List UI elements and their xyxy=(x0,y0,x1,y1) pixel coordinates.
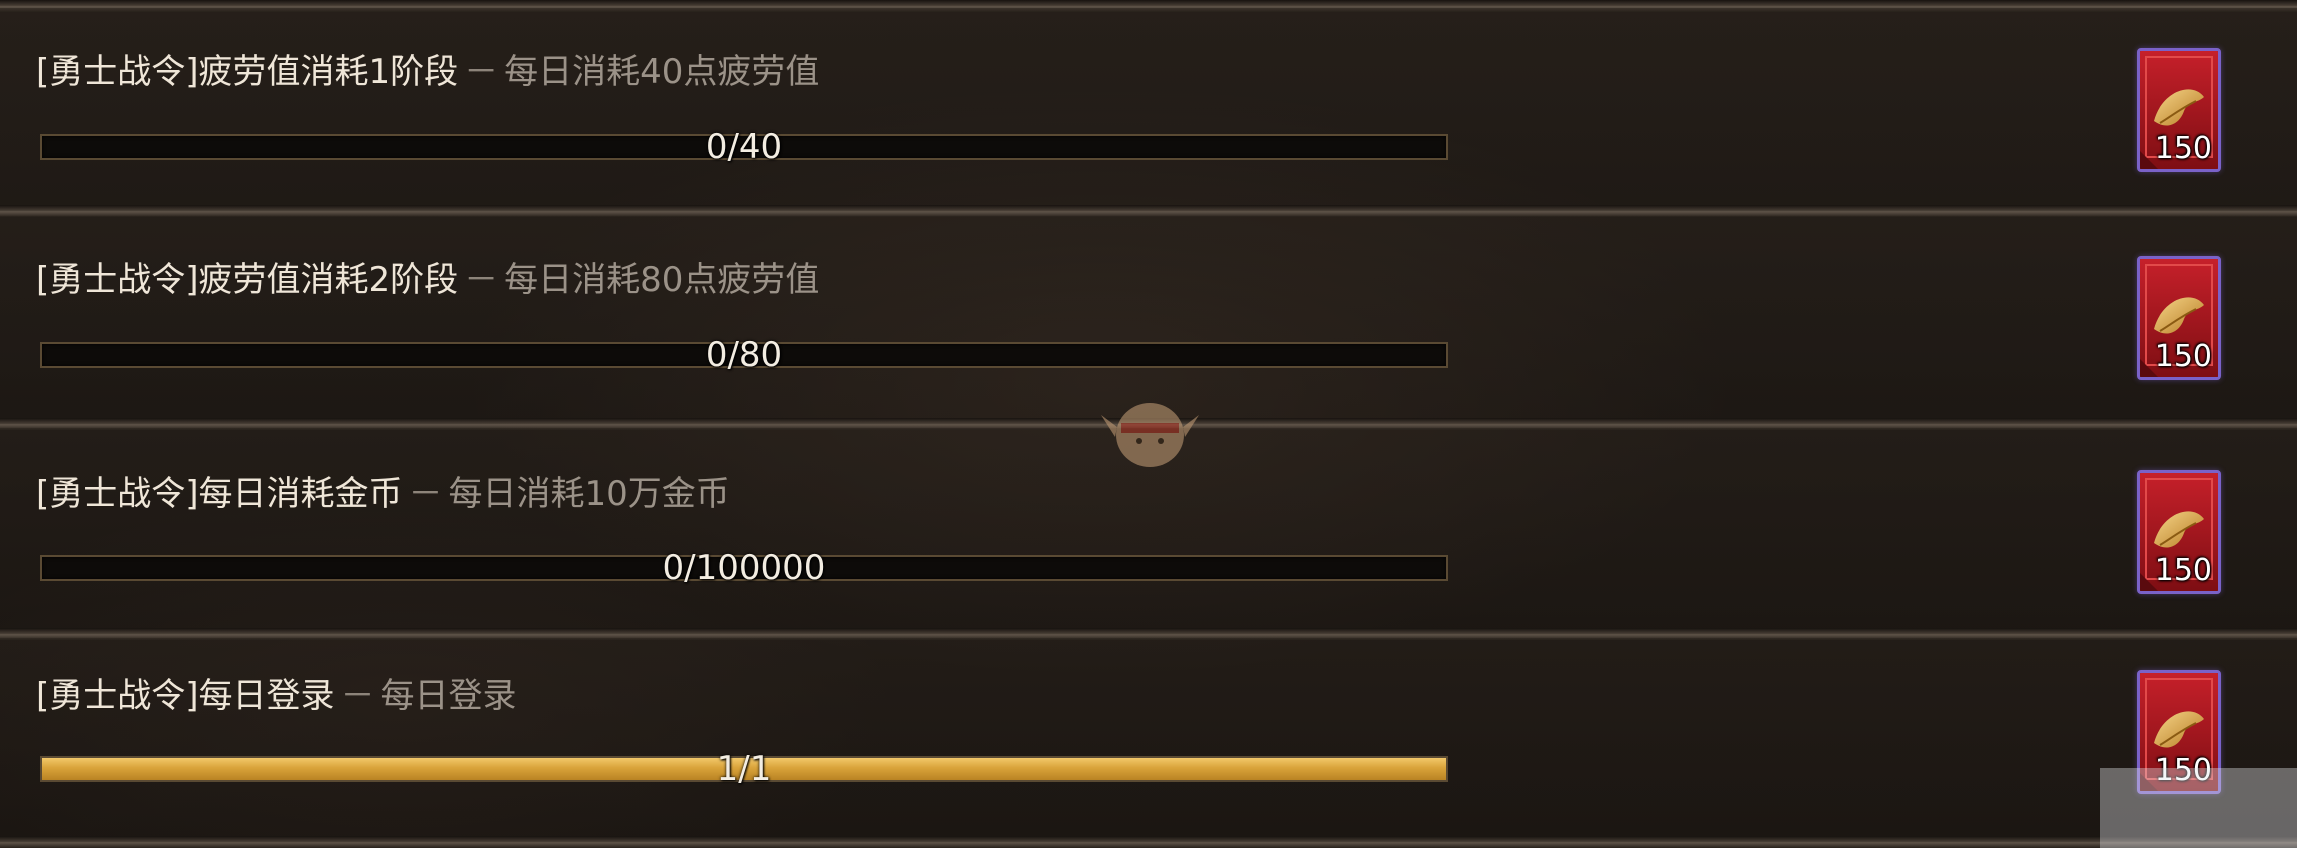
mascot-watermark-icon xyxy=(1101,403,1199,467)
quest-title-line: [勇士战令]疲劳值消耗2阶段－每日消耗80点疲劳值 xyxy=(36,258,819,302)
quest-row: [勇士战令]每日登录－每日登录 1/1 xyxy=(0,638,2297,843)
reward-count: 150 xyxy=(2154,553,2212,588)
reward-slot[interactable]: 150 xyxy=(2137,470,2221,594)
quest-separator: － xyxy=(340,676,375,716)
progress-text: 1/1 xyxy=(716,749,772,789)
quest-separator: － xyxy=(408,474,443,514)
quest-separator: － xyxy=(464,52,499,92)
progress-text: 0/100000 xyxy=(662,548,826,588)
progress-bar: 0/40 xyxy=(40,127,1448,167)
quest-name: [勇士战令]疲劳值消耗1阶段 xyxy=(36,52,459,92)
quest-description: 每日消耗80点疲劳值 xyxy=(504,260,820,300)
reward-slot[interactable]: 150 xyxy=(2137,256,2221,380)
progress-bar: 1/1 xyxy=(40,749,1448,789)
progress-bar: 0/100000 xyxy=(40,548,1448,588)
progress-bar: 0/80 xyxy=(40,335,1448,375)
corner-watermark-icon xyxy=(2100,768,2297,848)
quest-title-line: [勇士战令]疲劳值消耗1阶段－每日消耗40点疲劳值 xyxy=(36,50,819,94)
quest-description: 每日登录 xyxy=(380,676,517,716)
progress-text: 0/80 xyxy=(705,335,783,375)
quest-separator: － xyxy=(464,260,499,300)
quest-title-line: [勇士战令]每日消耗金币－每日消耗10万金币 xyxy=(36,472,730,516)
quest-name: [勇士战令]疲劳值消耗2阶段 xyxy=(36,260,459,300)
quest-row: [勇士战令]疲劳值消耗1阶段－每日消耗40点疲劳值 0/40 150 xyxy=(0,8,2297,213)
quest-description: 每日消耗40点疲劳值 xyxy=(504,52,820,92)
row-divider xyxy=(0,836,2297,848)
quest-list-panel: [勇士战令]疲劳值消耗1阶段－每日消耗40点疲劳值 0/40 150 [勇士战令… xyxy=(0,0,2297,848)
reward-count: 150 xyxy=(2154,339,2212,374)
quest-name: [勇士战令]每日登录 xyxy=(36,676,335,716)
quest-title-line: [勇士战令]每日登录－每日登录 xyxy=(36,674,517,718)
progress-text: 0/40 xyxy=(705,127,783,167)
reward-slot[interactable]: 150 xyxy=(2137,48,2221,172)
quest-description: 每日消耗10万金币 xyxy=(448,474,730,514)
reward-count: 150 xyxy=(2154,131,2212,166)
quest-name: [勇士战令]每日消耗金币 xyxy=(36,474,403,514)
